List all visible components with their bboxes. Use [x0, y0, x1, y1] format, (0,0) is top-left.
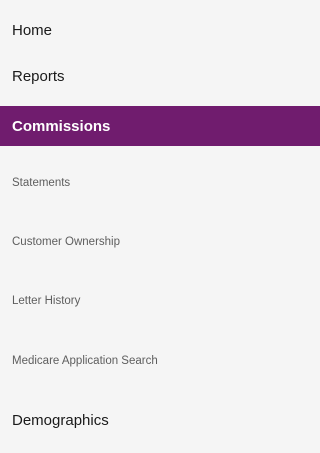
- nav-item-commissions[interactable]: Commissions: [0, 106, 320, 146]
- subnav-item-statements[interactable]: Statements: [0, 168, 320, 198]
- side-navigation: Home Reports Commissions Statements Cust…: [0, 0, 320, 453]
- nav-item-label: Commissions: [12, 117, 111, 135]
- subnav-item-customer-ownership[interactable]: Customer Ownership: [0, 227, 320, 257]
- nav-item-home[interactable]: Home: [0, 15, 320, 45]
- nav-item-reports[interactable]: Reports: [0, 61, 320, 91]
- subnav-item-medicare-application-search[interactable]: Medicare Application Search: [0, 346, 320, 376]
- nav-item-label: Home: [12, 21, 53, 39]
- nav-item-label: Reports: [12, 67, 65, 85]
- subnav-item-label: Letter History: [12, 295, 81, 307]
- subnav-item-label: Customer Ownership: [12, 236, 121, 248]
- subnav-item-label: Medicare Application Search: [12, 355, 158, 367]
- subnav-item-letter-history[interactable]: Letter History: [0, 286, 320, 316]
- nav-item-demographics[interactable]: Demographics: [0, 405, 320, 435]
- subnav-item-label: Statements: [12, 177, 71, 189]
- nav-item-label: Demographics: [12, 411, 109, 429]
